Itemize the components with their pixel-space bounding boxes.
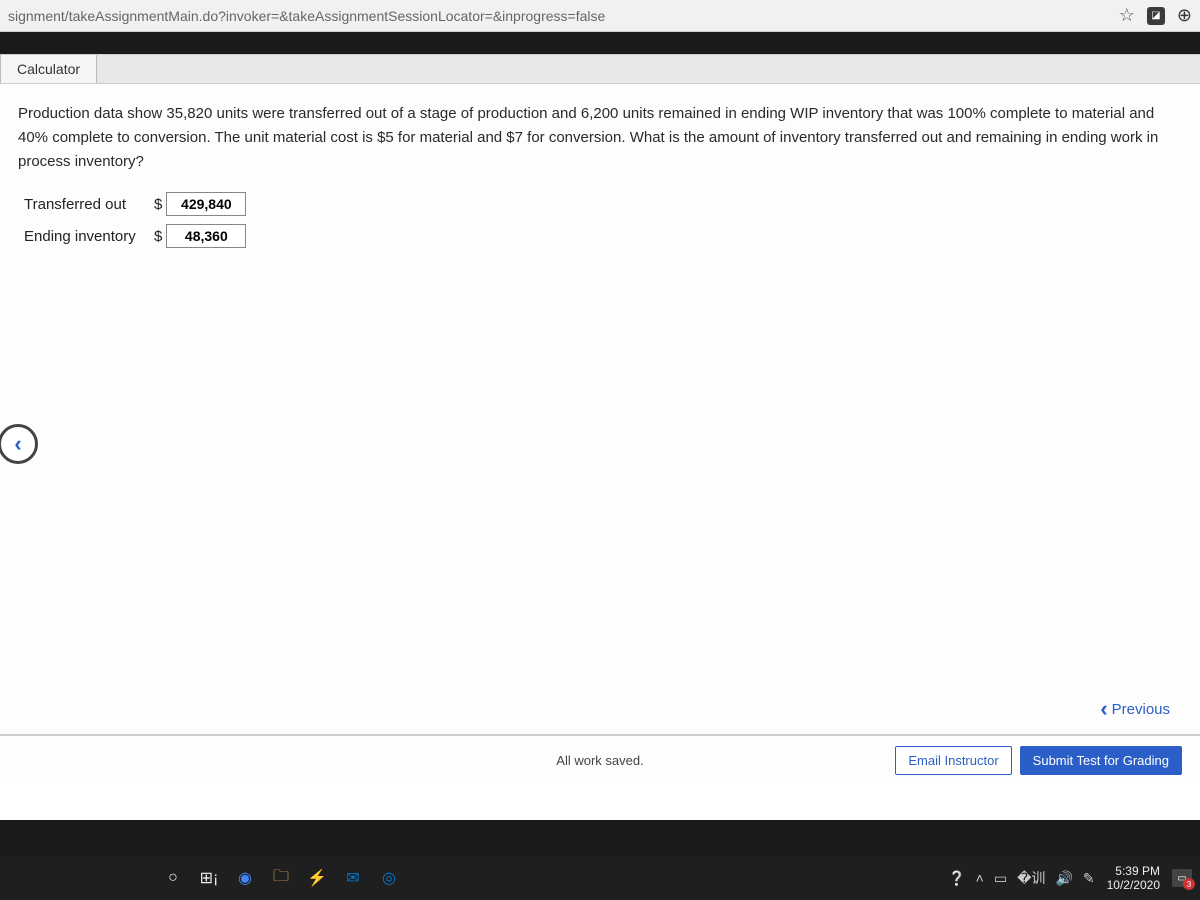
mail-icon[interactable]: ✉: [338, 863, 368, 893]
task-view-icon[interactable]: ⊞¡: [194, 863, 224, 893]
currency-symbol: $: [154, 196, 162, 213]
url-text: signment/takeAssignmentMain.do?invoker=&…: [8, 8, 1119, 24]
answer-label: Transferred out: [24, 196, 154, 213]
previous-link[interactable]: ‹ Previous: [1100, 696, 1170, 722]
question-panel: Production data show 35,820 units were t…: [0, 84, 1200, 784]
time-text: 5:39 PM: [1107, 864, 1160, 878]
chevron-up-icon[interactable]: ˄: [976, 870, 984, 886]
action-center-icon[interactable]: ▭ 3: [1172, 869, 1192, 887]
cortana-icon[interactable]: ○: [158, 863, 188, 893]
currency-symbol: $: [154, 228, 162, 245]
chevron-left-icon: ‹: [14, 431, 21, 457]
submit-test-button[interactable]: Submit Test for Grading: [1020, 746, 1182, 775]
battery-icon[interactable]: ▭: [994, 870, 1007, 887]
pen-icon[interactable]: ✎: [1083, 870, 1095, 887]
bookmark-star-icon[interactable]: ☆: [1119, 5, 1135, 26]
answer-section: Transferred out $ Ending inventory $: [24, 192, 1182, 248]
system-tray[interactable]: ❔ ˄ ▭ �训 🔊 ✎: [948, 868, 1094, 888]
browser-url-bar[interactable]: signment/takeAssignmentMain.do?invoker=&…: [0, 0, 1200, 32]
answer-label: Ending inventory: [24, 228, 154, 245]
question-text: Production data show 35,820 units were t…: [18, 102, 1182, 174]
chrome-icon[interactable]: ◉: [230, 863, 260, 893]
answer-row-ending-inventory: Ending inventory $: [24, 224, 1182, 248]
autosave-status: All work saved.: [556, 753, 643, 768]
help-icon[interactable]: ❔: [948, 870, 965, 887]
notification-badge: 3: [1183, 878, 1195, 890]
tool-row: Calculator: [0, 54, 1200, 84]
answer-row-transferred-out: Transferred out $: [24, 192, 1182, 216]
edge-icon[interactable]: ◎: [374, 863, 404, 893]
email-instructor-button[interactable]: Email Instructor: [895, 746, 1011, 775]
wifi-icon[interactable]: �训: [1017, 868, 1045, 888]
calculator-button[interactable]: Calculator: [0, 55, 97, 83]
date-text: 10/2/2020: [1107, 878, 1160, 892]
previous-circle-button[interactable]: ‹: [0, 424, 38, 464]
previous-label: Previous: [1112, 701, 1170, 718]
windows-taskbar[interactable]: ○ ⊞¡ ◉ 🗀 ⚡ ✉ ◎ ❔ ˄ ▭ �训 🔊 ✎ 5:39 PM 10/2…: [0, 856, 1200, 900]
transferred-out-input[interactable]: [166, 192, 246, 216]
volume-icon[interactable]: 🔊: [1055, 870, 1072, 887]
app-icon[interactable]: ⚡: [302, 863, 332, 893]
zoom-icon[interactable]: ⊕: [1177, 5, 1192, 26]
chevron-left-icon: ‹: [1100, 696, 1107, 722]
extension-icon[interactable]: ◪: [1147, 7, 1165, 25]
page-header-gap: [0, 32, 1200, 54]
clock[interactable]: 5:39 PM 10/2/2020: [1107, 864, 1160, 893]
footer-bar: All work saved. Email Instructor Submit …: [0, 734, 1200, 784]
file-explorer-icon[interactable]: 🗀: [266, 863, 296, 893]
ending-inventory-input[interactable]: [166, 224, 246, 248]
